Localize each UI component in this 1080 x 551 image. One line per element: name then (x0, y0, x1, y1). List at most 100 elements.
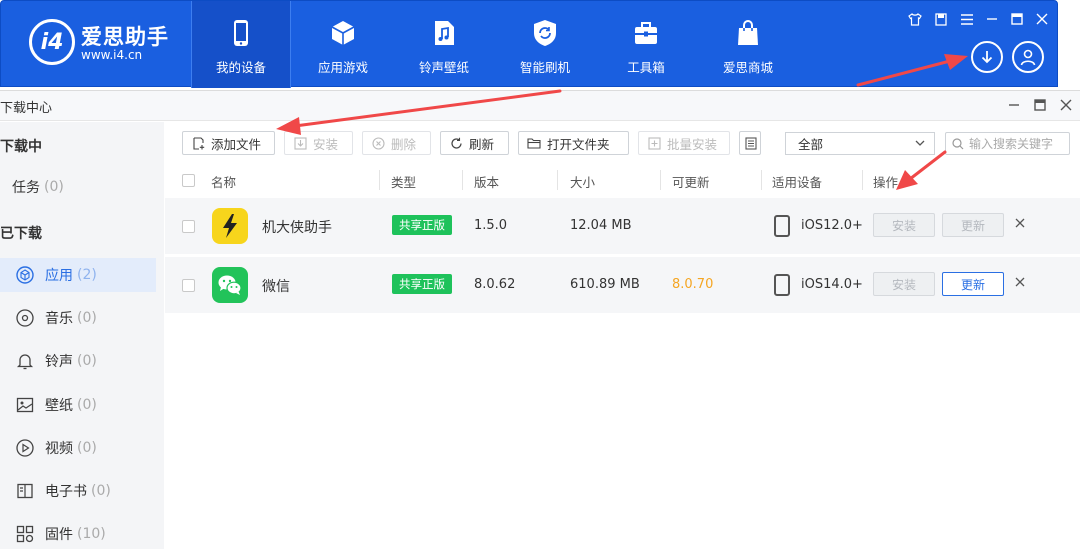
maximize-icon[interactable] (1031, 96, 1049, 114)
sidebar-item-label: 音乐 (45, 311, 73, 327)
maximize-icon[interactable] (1007, 9, 1027, 29)
updatable-version: 8.0.70 (672, 277, 714, 292)
row-checkbox[interactable] (182, 279, 195, 292)
row-checkbox[interactable] (182, 220, 195, 233)
sidebar-item-count: (0) (77, 353, 97, 369)
delete-label: 删除 (391, 136, 417, 152)
batch-install-button[interactable]: 批量安装 (638, 131, 730, 155)
table-row[interactable]: 机大侠助手 共享正版 1.5.0 12.04 MB iOS12.0+ 安装 更新 (165, 198, 1080, 254)
install-icon (293, 136, 307, 150)
tab-label: 应用游戏 (317, 60, 368, 75)
list-view-button[interactable] (739, 131, 761, 155)
search-placeholder: 输入搜索关键字 (969, 137, 1054, 151)
logo-text: 爱思助手 (81, 25, 169, 49)
remove-row-icon[interactable] (1015, 216, 1025, 232)
tab-smart-flash[interactable]: 智能刷机 (495, 1, 595, 88)
update-button[interactable]: 更新 (942, 272, 1004, 296)
column-header-version: 版本 (474, 175, 500, 190)
column-divider (660, 170, 661, 190)
select-all-checkbox[interactable] (182, 174, 195, 187)
sidebar-item-label: 铃声 (45, 354, 73, 370)
tab-label: 我的设备 (215, 60, 266, 75)
phone-icon (234, 20, 248, 46)
app-header: i4 爱思助手 www.i4.cn 我的设备 应用游戏 铃声壁纸 智能刷机 工具… (0, 0, 1058, 88)
column-divider (862, 170, 863, 190)
device-requirement: iOS12.0+ (801, 218, 863, 233)
minimize-icon[interactable] (1005, 96, 1023, 114)
open-folder-label: 打开文件夹 (547, 136, 610, 152)
install-button[interactable]: 安装 (284, 131, 353, 155)
tab-toolbox[interactable]: 工具箱 (596, 1, 696, 88)
refresh-button[interactable]: 刷新 (440, 131, 509, 155)
column-header-updatable: 可更新 (672, 175, 710, 190)
sidebar-item-count: (0) (91, 483, 111, 499)
batch-install-icon (647, 136, 661, 150)
column-header-size: 大小 (570, 175, 596, 190)
sidebar-item-count: (0) (77, 397, 97, 413)
tab-apps-games[interactable]: 应用游戏 (293, 1, 393, 88)
image-icon (15, 395, 35, 415)
app-name: 机大侠助手 (262, 220, 332, 236)
wechat-app-icon (212, 267, 248, 303)
column-divider (761, 170, 762, 190)
feedback-icon[interactable] (931, 9, 951, 29)
download-center-titlebar: 下载中心 (0, 91, 1080, 121)
tab-label: 工具箱 (627, 60, 665, 75)
sidebar-item-label: 固件 (45, 527, 73, 543)
column-header-actions: 操作 (873, 175, 899, 190)
add-file-label: 添加文件 (211, 136, 262, 152)
sidebar-item-count: (0) (77, 310, 97, 326)
logo-url: www.i4.cn (81, 48, 143, 62)
refresh-label: 刷新 (469, 136, 495, 152)
column-divider (557, 170, 558, 190)
sidebar-item-tasks[interactable]: 任务 (0) (0, 170, 156, 204)
type-badge: 共享正版 (392, 274, 452, 294)
sidebar-item-videos[interactable]: 视频 (0) (0, 431, 156, 465)
sidebar-item-ebooks[interactable]: 电子书 (0) (0, 474, 156, 508)
sidebar-item-count: (2) (77, 267, 97, 283)
tab-label: 爱思商城 (722, 60, 773, 75)
sidebar-item-ringtones[interactable]: 铃声 (0) (0, 344, 156, 378)
app-version: 1.5.0 (474, 218, 508, 233)
sidebar-item-firmware[interactable]: 固件 (10) (0, 517, 156, 551)
close-icon[interactable] (1032, 9, 1052, 29)
toolbox-icon (635, 22, 657, 44)
sidebar-item-label: 电子书 (45, 484, 87, 500)
firmware-grid-icon (15, 524, 35, 544)
search-input[interactable]: 输入搜索关键字 (945, 132, 1070, 155)
sidebar-item-music[interactable]: 音乐 (0) (0, 301, 156, 335)
type-badge: 共享正版 (392, 215, 452, 235)
update-button[interactable]: 更新 (942, 213, 1004, 237)
column-divider (462, 170, 463, 190)
user-account-button[interactable] (1012, 41, 1044, 73)
download-center-button[interactable] (971, 41, 1003, 73)
app-size: 12.04 MB (570, 218, 632, 233)
tab-ringtones-wallpapers[interactable]: 铃声壁纸 (394, 1, 494, 88)
add-file-button[interactable]: 添加文件 (182, 131, 275, 155)
logo-badge-icon: i4 (29, 19, 75, 65)
menu-icon[interactable] (957, 9, 977, 29)
search-icon (952, 137, 964, 150)
table-row[interactable]: 微信 共享正版 8.0.62 610.89 MB 8.0.70 iOS14.0+… (165, 257, 1080, 313)
open-folder-button[interactable]: 打开文件夹 (518, 131, 629, 155)
tab-my-device[interactable]: 我的设备 (191, 1, 291, 88)
sidebar-item-wallpapers[interactable]: 壁纸 (0) (0, 388, 156, 422)
tab-label: 铃声壁纸 (418, 60, 469, 75)
jidaxia-app-icon (212, 208, 248, 244)
delete-button[interactable]: 删除 (362, 131, 431, 155)
filter-select-value: 全部 (798, 137, 824, 152)
device-phone-icon (774, 215, 790, 237)
filter-select[interactable]: 全部 (785, 132, 935, 155)
minimize-icon[interactable] (982, 9, 1002, 29)
install-button[interactable]: 安装 (873, 272, 935, 296)
tab-i4-store[interactable]: 爱思商城 (698, 1, 798, 88)
video-icon (15, 438, 35, 458)
sidebar-item-apps[interactable]: 应用 (2) (0, 258, 156, 292)
close-icon[interactable] (1057, 96, 1075, 114)
remove-row-icon[interactable] (1015, 275, 1025, 291)
install-button[interactable]: 安装 (873, 213, 935, 237)
skin-icon[interactable] (905, 9, 925, 29)
refresh-shield-icon (534, 20, 556, 46)
sidebar-item-label: 壁纸 (45, 398, 73, 414)
download-center-window: 下载中心 下载中 任务 (0) 已下载 应用 (2) 音乐 (0) 铃声 (0)… (0, 90, 1080, 551)
